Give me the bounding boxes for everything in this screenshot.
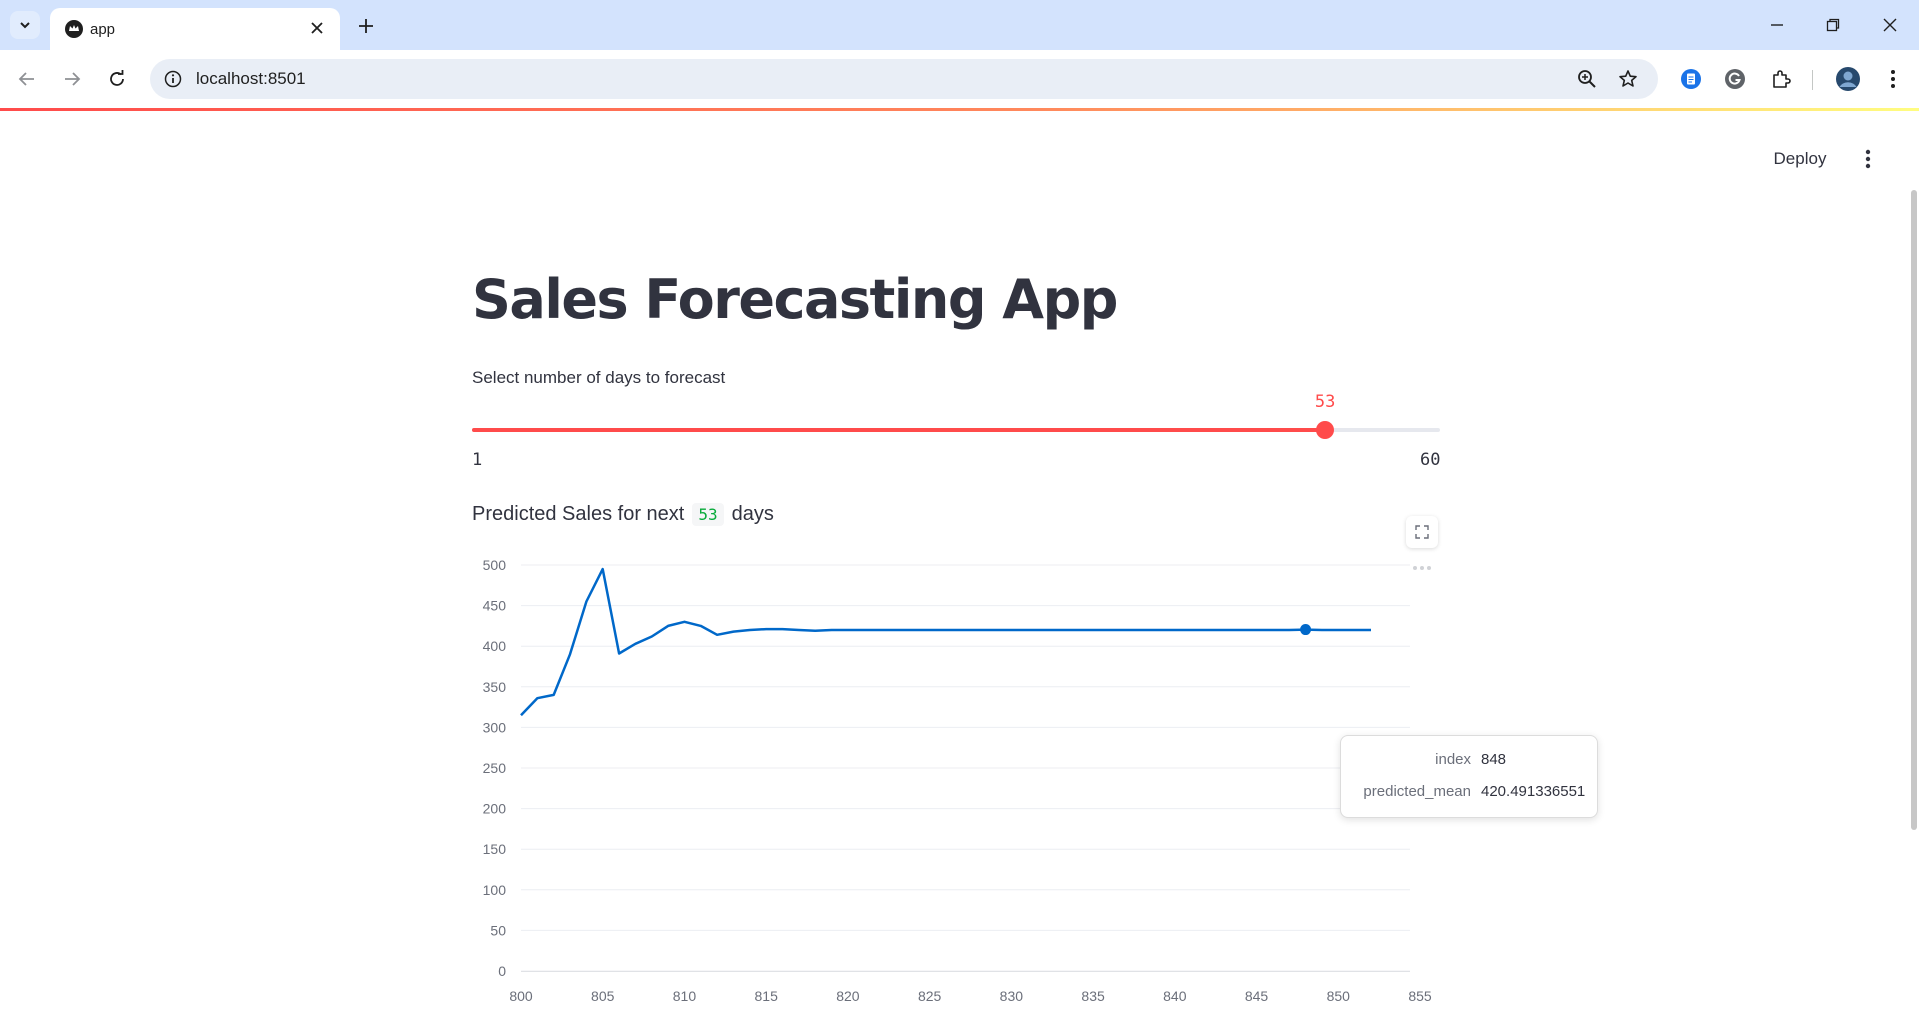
bookmark-star-icon[interactable] (1615, 66, 1641, 92)
slider-min-label: 1 (472, 450, 483, 470)
page-scrollbar[interactable] (1911, 190, 1917, 830)
browser-toolbar: localhost:8501 (0, 50, 1919, 108)
y-tick-label: 400 (483, 638, 507, 654)
x-tick-label: 810 (673, 988, 697, 1004)
highlighted-point (1300, 624, 1312, 636)
slider-fill (472, 428, 1326, 432)
x-tick-label: 800 (509, 988, 533, 1004)
tooltip-mean-value: 420.491336551 (1481, 783, 1586, 800)
profile-avatar[interactable] (1833, 64, 1863, 94)
tooltip-index-value: 848 (1481, 751, 1507, 768)
x-tick-label: 840 (1163, 988, 1187, 1004)
y-tick-label: 250 (483, 760, 507, 776)
y-tick-label: 200 (483, 801, 507, 817)
docs-extension-icon[interactable] (1676, 64, 1706, 94)
x-tick-label: 820 (836, 988, 860, 1004)
slider-max-label: 60 (1420, 450, 1441, 470)
x-tick-label: 830 (1000, 988, 1024, 1004)
address-bar[interactable]: localhost:8501 (150, 59, 1658, 99)
x-tick-label: 850 (1327, 988, 1351, 1004)
slider-thumb[interactable] (1316, 421, 1335, 439)
forecast-subheader: Predicted Sales for next 53 days (472, 503, 774, 526)
subheader-prefix: Predicted Sales for next (472, 503, 685, 525)
y-tick-label: 0 (498, 963, 506, 979)
reload-icon[interactable] (102, 64, 132, 94)
y-tick-label: 300 (483, 719, 507, 735)
back-arrow-icon[interactable] (12, 64, 42, 94)
series-line (520, 567, 1371, 717)
y-tick-label: 150 (483, 841, 507, 857)
y-tick-label: 450 (483, 598, 507, 614)
forward-arrow-icon[interactable] (57, 64, 87, 94)
chart-tooltip: index 848 predicted_mean 420.491336551 (1340, 735, 1598, 818)
y-tick-label: 50 (490, 922, 506, 938)
browser-tab-active[interactable]: app (50, 8, 340, 50)
new-tab-icon[interactable] (352, 12, 380, 40)
subheader-suffix: days (731, 503, 774, 525)
days-code-chip: 53 (692, 503, 724, 526)
url-text[interactable]: localhost:8501 (196, 69, 306, 89)
tab-search-button[interactable] (10, 11, 40, 39)
streamlit-crown-icon (64, 19, 84, 39)
y-tick-label: 350 (483, 679, 507, 695)
toolbar-divider (1812, 70, 1813, 90)
minimize-icon[interactable] (1762, 12, 1792, 38)
extensions-puzzle-icon[interactable] (1766, 64, 1796, 94)
y-tick-label: 500 (483, 557, 507, 573)
tab-title: app (90, 21, 116, 38)
grammarly-extension-icon[interactable] (1720, 64, 1750, 94)
streamlit-decoration-bar (0, 108, 1919, 111)
close-window-icon[interactable] (1875, 12, 1905, 38)
forecast-line-chart[interactable]: 0 50 100 150 200 250 300 350 400 450 500 800 805 810 8… (460, 545, 1440, 1015)
x-tick-label: 845 (1245, 988, 1269, 1004)
site-info-icon[interactable] (160, 66, 186, 92)
x-tick-label: 825 (918, 988, 942, 1004)
browser-tab-strip: app (0, 0, 1919, 50)
y-tick-label: 100 (483, 882, 507, 898)
main-menu-icon[interactable] (1855, 144, 1881, 174)
x-tick-label: 805 (591, 988, 615, 1004)
deploy-button[interactable]: Deploy (1758, 144, 1842, 174)
slider-current-value: 53 (1314, 392, 1336, 412)
restore-icon[interactable] (1818, 12, 1848, 38)
x-tick-label: 855 (1408, 988, 1432, 1004)
close-tab-icon[interactable] (306, 17, 328, 39)
page-title: Sales Forecasting App (472, 268, 1118, 331)
zoom-icon[interactable] (1574, 66, 1600, 92)
x-tick-label: 835 (1081, 988, 1105, 1004)
chevron-down-icon (20, 22, 30, 29)
slider-label: Select number of days to forecast (472, 368, 726, 387)
tooltip-index-key: index (1435, 751, 1471, 768)
x-tick-label: 815 (755, 988, 779, 1004)
browser-menu-icon[interactable] (1878, 64, 1908, 94)
days-slider[interactable]: 53 (472, 392, 1440, 439)
fullscreen-icon (1415, 525, 1429, 539)
tooltip-mean-key: predicted_mean (1363, 783, 1471, 800)
fullscreen-button[interactable] (1406, 516, 1438, 548)
